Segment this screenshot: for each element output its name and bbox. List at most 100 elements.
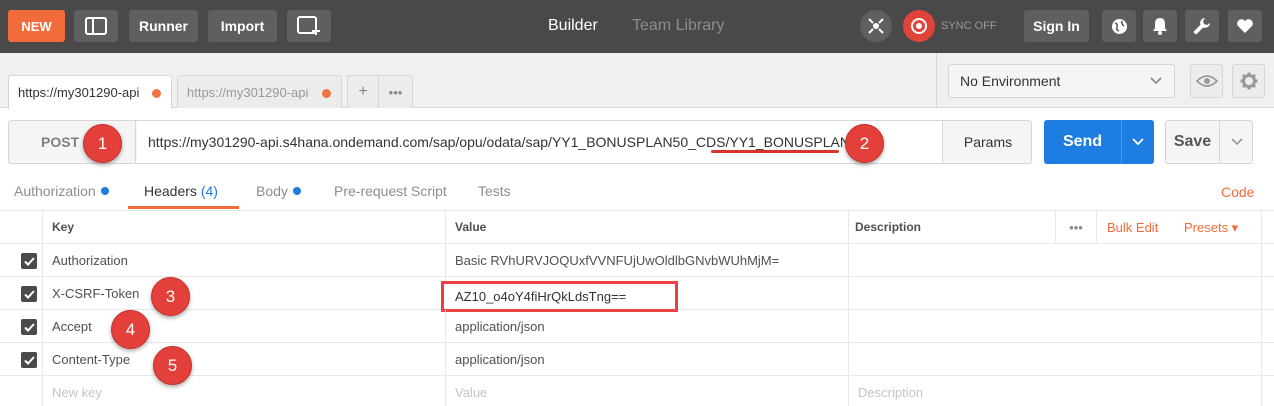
globe-icon [1111, 18, 1127, 34]
sync-status-button[interactable] [903, 10, 935, 42]
row-checkbox-cell [0, 277, 43, 309]
notifications-button[interactable] [1143, 10, 1177, 42]
chevron-down-icon [1230, 138, 1243, 146]
callout-badge: 2 [845, 124, 884, 163]
tab-tests[interactable]: Tests [478, 183, 511, 199]
bell-icon [1153, 18, 1167, 35]
key-column-header: Key [43, 211, 446, 243]
add-tab-button[interactable]: + [347, 75, 379, 108]
tab-body[interactable]: Body [256, 183, 301, 199]
new-window-icon [297, 16, 320, 35]
header-description-field[interactable] [849, 244, 1262, 276]
request-tab-label: https://my301290-api [187, 84, 309, 100]
new-key-input[interactable]: New key [43, 376, 446, 406]
table-row: Accept application/json [0, 310, 1274, 343]
request-tabs-bar: https://my301290-api https://my301290-ap… [0, 53, 1274, 109]
heart-icon [1237, 19, 1253, 33]
sidebar-layout-icon [85, 17, 107, 35]
row-checkbox-cell [0, 244, 43, 276]
new-button[interactable]: NEW [8, 10, 65, 42]
header-key-field[interactable]: X-CSRF-Token [43, 277, 446, 309]
manage-environments-button[interactable] [1232, 64, 1265, 98]
more-tabs-button[interactable]: ••• [378, 75, 413, 108]
presets-dropdown[interactable]: Presets ▾ [1184, 220, 1238, 236]
import-button[interactable]: Import [208, 10, 277, 42]
send-options-button[interactable] [1121, 120, 1154, 164]
header-key-field[interactable]: Authorization [43, 244, 446, 276]
row-checkbox[interactable] [21, 253, 37, 269]
sign-in-button[interactable]: Sign In [1024, 10, 1089, 42]
callout-badge: 3 [151, 277, 190, 316]
table-actions: ••• Bulk Edit Presets ▾ [1055, 211, 1262, 243]
checkmark-icon [23, 256, 35, 266]
checkmark-icon [23, 355, 35, 365]
tab-pre-request-script[interactable]: Pre-request Script [334, 183, 447, 199]
tab-body-label: Body [256, 183, 288, 199]
callout-badge: 4 [111, 310, 150, 349]
header-description-field[interactable] [849, 277, 1262, 309]
sync-status-label: SYNC OFF [941, 20, 997, 32]
row-checkbox[interactable] [21, 319, 37, 335]
row-checkbox-cell [0, 343, 43, 375]
globe-button[interactable] [1102, 10, 1136, 42]
tab-authorization[interactable]: Authorization [14, 183, 109, 199]
tab-headers[interactable]: Headers (4) [144, 183, 218, 199]
wrench-icon [1193, 18, 1210, 35]
header-key-field[interactable]: Content-Type [43, 343, 446, 375]
satellite-icon [868, 18, 884, 34]
row-checkbox[interactable] [21, 352, 37, 368]
modified-dot-icon [292, 187, 301, 195]
top-bar: NEW Runner Import Builder Team Library S… [0, 0, 1274, 53]
table-header-row: Key Value Description ••• Bulk Edit Pres… [0, 211, 1274, 244]
save-button[interactable]: Save [1166, 121, 1219, 163]
header-value-field[interactable]: AZ10_o4oY4fiHrQkLdsTng== [441, 281, 678, 312]
environment-quick-look-button[interactable] [1190, 64, 1223, 98]
chevron-down-icon [1132, 138, 1144, 146]
url-highlight-underline [711, 150, 839, 153]
header-value-field[interactable]: application/json [446, 310, 849, 342]
header-value-field[interactable]: Basic RVhURVJOQUxfVVNFUjUwOldlbGNvbWUhMj… [446, 244, 849, 276]
favorite-button[interactable] [1228, 10, 1262, 42]
active-tab-indicator [128, 206, 239, 209]
row-checkbox-cell [0, 310, 43, 342]
toggle-sidebar-button[interactable] [74, 10, 118, 42]
params-button[interactable]: Params [944, 121, 1032, 163]
sync-off-icon [911, 18, 927, 34]
row-checkbox[interactable] [21, 286, 37, 302]
request-tab[interactable]: https://my301290-api [8, 75, 172, 109]
generate-code-link[interactable]: Code [1221, 184, 1254, 200]
url-input[interactable]: https://my301290-api.s4hana.ondemand.com… [137, 121, 943, 163]
runner-button[interactable]: Runner [129, 10, 198, 42]
tab-headers-count: (4) [200, 183, 218, 199]
new-description-input[interactable]: Description [849, 376, 1262, 406]
chevron-down-icon [1150, 77, 1162, 85]
bulk-edit-link[interactable]: Bulk Edit [1107, 220, 1158, 235]
callout-badge: 1 [83, 124, 122, 163]
environment-select-value: No Environment [960, 73, 1061, 89]
new-window-button[interactable] [287, 10, 331, 42]
checkmark-icon [23, 289, 35, 299]
environment-select[interactable]: No Environment [948, 64, 1175, 98]
header-description-field[interactable] [849, 343, 1262, 375]
nav-builder[interactable]: Builder [548, 17, 598, 35]
header-description-field[interactable] [849, 310, 1262, 342]
checkbox-column-header [0, 211, 43, 243]
unsaved-dot-icon [322, 89, 331, 98]
tab-headers-label: Headers [144, 183, 197, 199]
unsaved-dot-icon [152, 89, 161, 98]
header-value-field[interactable]: application/json [446, 343, 849, 375]
save-options-button[interactable] [1219, 121, 1253, 163]
request-tab-label: https://my301290-api [18, 85, 140, 100]
row-checkbox-cell [0, 376, 43, 406]
settings-button[interactable] [1185, 10, 1219, 42]
callout-badge: 5 [153, 346, 192, 385]
environment-panel: No Environment [936, 53, 1274, 107]
request-tab[interactable]: https://my301290-api [177, 75, 342, 108]
nav-team-library[interactable]: Team Library [632, 17, 724, 35]
new-header-row: New key Value Description [0, 376, 1274, 406]
new-value-input[interactable]: Value [446, 376, 849, 406]
interceptor-button[interactable] [860, 10, 892, 42]
column-options-button[interactable]: ••• [1055, 211, 1097, 243]
send-button[interactable]: Send [1044, 120, 1121, 164]
header-key-field[interactable]: Accept [43, 310, 446, 342]
